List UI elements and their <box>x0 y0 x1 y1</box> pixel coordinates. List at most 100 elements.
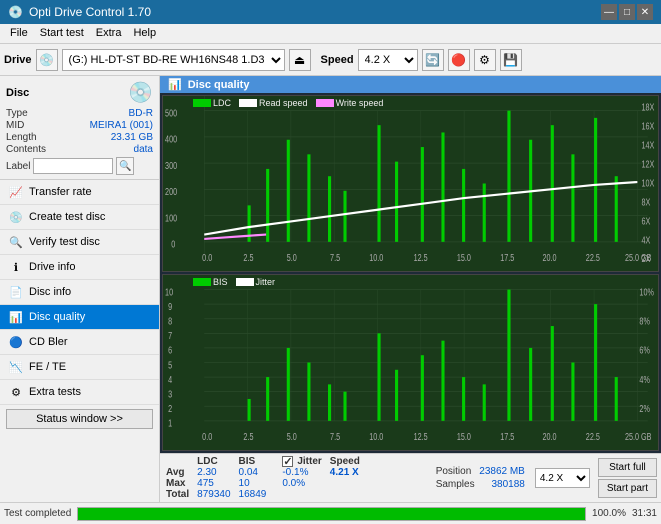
speed-dropdown[interactable]: 4.2 X <box>535 468 590 488</box>
disc-info-icon: 📄 <box>8 284 24 300</box>
sidebar-item-label-extra-tests: Extra tests <box>29 386 81 398</box>
charts-container: LDC Read speed Write speed <box>160 93 661 453</box>
stats-table: LDC BIS Jitter Speed Avg 2.3 <box>164 456 432 500</box>
menu-start-test[interactable]: Start test <box>34 26 90 41</box>
stats-bar: LDC BIS Jitter Speed Avg 2.3 <box>160 453 661 502</box>
avg-jitter: -0.1% <box>280 467 327 478</box>
cd-bler-icon: 🔵 <box>8 334 24 350</box>
start-full-button[interactable]: Start full <box>598 458 657 477</box>
menu-extra[interactable]: Extra <box>90 26 128 41</box>
status-time: 31:31 <box>632 508 657 519</box>
svg-text:100: 100 <box>165 212 177 224</box>
status-window-button[interactable]: Status window >> <box>6 409 153 429</box>
svg-text:22.5: 22.5 <box>586 431 600 443</box>
legend-read-color <box>239 99 257 107</box>
svg-text:0.0: 0.0 <box>202 252 212 264</box>
app-title: 💿 Opti Drive Control 1.70 <box>8 5 151 19</box>
save-button[interactable]: 💾 <box>500 49 522 71</box>
sidebar-item-disc-info[interactable]: 📄Disc info <box>0 280 159 305</box>
drive-label: Drive <box>4 54 32 66</box>
length-label: Length <box>6 132 37 143</box>
sidebar-item-label-create-test-disc: Create test disc <box>29 211 105 223</box>
menu-help[interactable]: Help <box>127 26 162 41</box>
sidebar-item-fe-te[interactable]: 📉FE / TE <box>0 355 159 380</box>
svg-text:300: 300 <box>165 160 177 172</box>
max-label: Max <box>164 478 195 489</box>
sidebar-item-transfer-rate[interactable]: 📈Transfer rate <box>0 180 159 205</box>
fe-te-icon: 📉 <box>8 359 24 375</box>
verify-test-disc-icon: 🔍 <box>8 234 24 250</box>
svg-text:8%: 8% <box>639 315 650 327</box>
svg-text:9: 9 <box>168 301 172 313</box>
legend-bis-color <box>193 278 211 286</box>
maximize-button[interactable]: □ <box>619 4 635 20</box>
contents-label: Contents <box>6 144 46 155</box>
svg-text:10X: 10X <box>642 177 655 189</box>
minimize-button[interactable]: — <box>601 4 617 20</box>
eject-button[interactable]: ⏏ <box>289 49 311 71</box>
drive-select[interactable]: (G:) HL-DT-ST BD-RE WH16NS48 1.D3 <box>62 49 285 71</box>
legend-bis-label: BIS <box>213 277 228 287</box>
avg-bis: 0.04 <box>237 467 273 478</box>
svg-text:5.0: 5.0 <box>287 252 297 264</box>
label-input[interactable] <box>33 158 113 174</box>
nav-list: 📈Transfer rate 💿 Create test disc 🔍Verify t… <box>0 180 159 405</box>
legend-read-speed: Read speed <box>239 98 308 108</box>
start-part-button[interactable]: Start part <box>598 479 657 498</box>
svg-text:7.5: 7.5 <box>330 431 340 443</box>
samples-label: Samples <box>436 479 475 490</box>
jitter-label: Jitter <box>297 456 321 467</box>
svg-text:2.5: 2.5 <box>243 252 253 264</box>
menu-file[interactable]: File <box>4 26 34 41</box>
sidebar-item-disc-quality[interactable]: 📊Disc quality <box>0 305 159 330</box>
window-controls: — □ ✕ <box>601 4 653 20</box>
total-label: Total <box>164 489 195 500</box>
sidebar-item-cd-bler[interactable]: 🔵CD Bler <box>0 330 159 355</box>
sidebar-item-verify-test-disc[interactable]: 🔍Verify test disc <box>0 230 159 255</box>
settings-button2[interactable]: ⚙ <box>474 49 496 71</box>
content-area: 📊 Disc quality LDC Read speed <box>160 76 661 502</box>
jitter-checkbox[interactable] <box>282 456 293 467</box>
chart2-svg: 10 9 8 7 6 5 4 3 2 1 10% 8% 6% 4% 2% <box>163 275 658 450</box>
label-icon-button[interactable]: 🔍 <box>116 157 134 175</box>
sidebar: Disc 💿 Type BD-R MID MEIRA1 (001) Length… <box>0 76 160 502</box>
settings-button1[interactable]: 🔴 <box>448 49 470 71</box>
app-icon: 💿 <box>8 5 23 19</box>
speed-select[interactable]: 4.2 X <box>358 49 418 71</box>
chart-ldc: LDC Read speed Write speed <box>162 95 659 272</box>
legend-write-speed: Write speed <box>316 98 384 108</box>
close-button[interactable]: ✕ <box>637 4 653 20</box>
type-value: BD-R <box>129 108 153 119</box>
type-label: Type <box>6 108 28 119</box>
drive-icon-button[interactable]: 💿 <box>36 49 58 71</box>
sidebar-item-create-test-disc[interactable]: 💿 Create test disc <box>0 205 159 230</box>
sidebar-item-extra-tests[interactable]: ⚙Extra tests <box>0 380 159 405</box>
svg-text:20.0: 20.0 <box>543 431 557 443</box>
svg-text:22.5: 22.5 <box>586 252 600 264</box>
refresh-button[interactable]: 🔄 <box>422 49 444 71</box>
legend-ldc: LDC <box>193 98 231 108</box>
menubar: File Start test Extra Help <box>0 24 661 44</box>
start-buttons: Start full Start part <box>598 458 657 498</box>
legend-read-label: Read speed <box>259 98 308 108</box>
contents-value: data <box>134 144 153 155</box>
disc-image-icon: 💿 <box>128 80 153 105</box>
titlebar: 💿 Opti Drive Control 1.70 — □ ✕ <box>0 0 661 24</box>
dq-icon: 📊 <box>168 78 182 91</box>
mid-label: MID <box>6 120 24 131</box>
svg-text:10.0: 10.0 <box>369 431 383 443</box>
speed-section: 4.2 X <box>535 468 590 488</box>
svg-text:10: 10 <box>165 286 173 298</box>
svg-text:14X: 14X <box>642 139 655 151</box>
speed-value: 4.21 X <box>328 467 366 478</box>
legend-write-label: Write speed <box>336 98 384 108</box>
sidebar-item-drive-info[interactable]: ℹDrive info <box>0 255 159 280</box>
speed-label: Speed <box>321 54 354 66</box>
position-label: Position <box>436 466 472 477</box>
legend-bis: BIS <box>193 277 228 287</box>
dq-header: 📊 Disc quality <box>160 76 661 93</box>
svg-text:500: 500 <box>165 107 177 119</box>
create-test-disc-icon: 💿 <box>8 209 24 225</box>
statusbar: Test completed 100.0% 31:31 <box>0 502 661 524</box>
svg-text:5: 5 <box>168 359 172 371</box>
